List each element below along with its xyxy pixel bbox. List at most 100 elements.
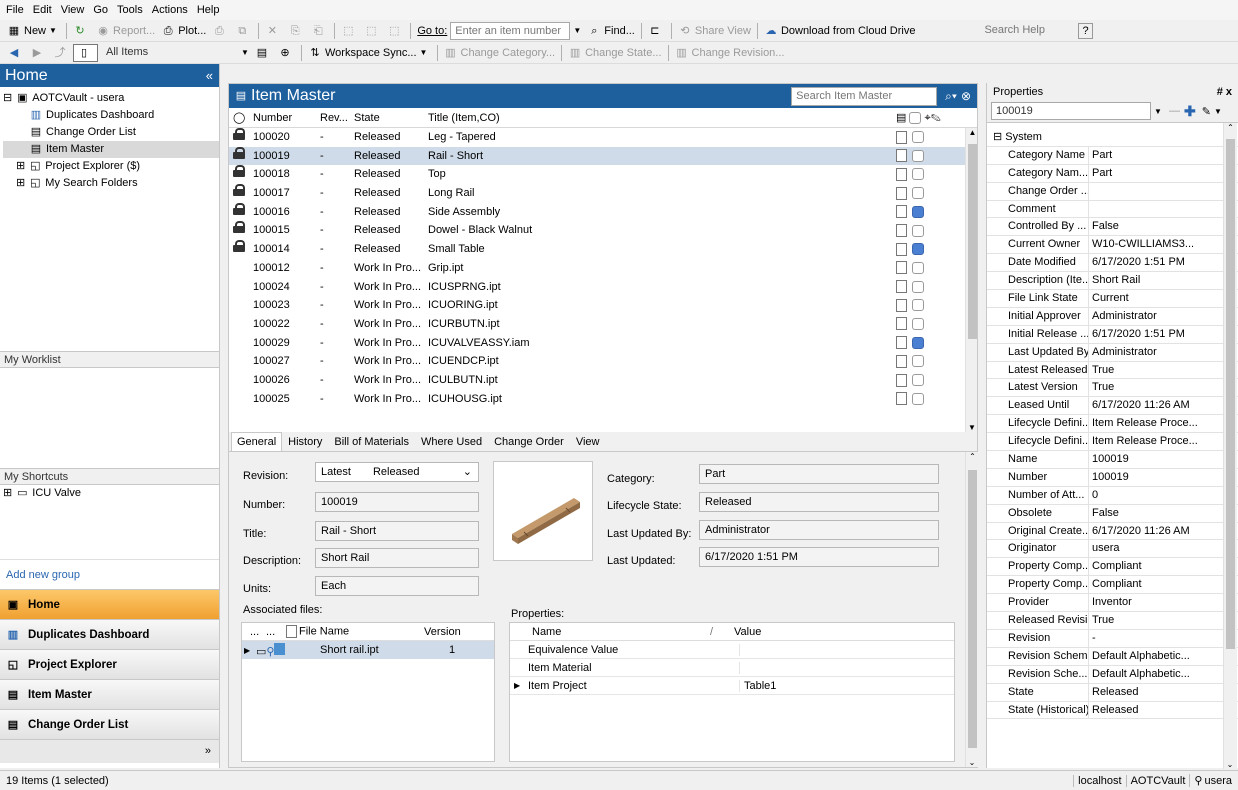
tab-bill-of-materials[interactable]: Bill of Materials [328,432,415,451]
table-row[interactable]: 100027 - Work In Pro... ICUENDCP.ipt [229,352,977,371]
property-row[interactable]: Number 100019 [987,468,1238,487]
new-button[interactable]: ▦ New ▼ [4,21,63,41]
property-row[interactable]: File Link State Current [987,290,1238,308]
table-row[interactable]: 100023 - Work In Pro... ICUORING.ipt [229,296,977,315]
property-row[interactable]: Latest Released... True [987,361,1238,380]
workspace-sync-button[interactable]: ⇅ Workspace Sync... ▼ [305,43,434,63]
change-state-button[interactable]: ▥ Change State... [565,43,664,63]
search-help-input[interactable]: Search Help [980,22,1072,40]
goto-dropdown-icon[interactable]: ▼ [570,26,584,35]
tree-root[interactable]: ⊟ ▣ AOTCVault - usera [3,90,219,107]
up-button[interactable]: ⤴ [50,43,73,63]
download-cloud-button[interactable]: ☁ Download from Cloud Drive [761,21,919,41]
scroll-up-icon[interactable]: ⌃ [1224,123,1237,132]
scroll-down-icon[interactable]: ⌄ [966,758,978,767]
tree-item-item-master[interactable]: ▤ Item Master [3,141,219,158]
column-state[interactable]: State [350,112,424,124]
nav-item-master[interactable]: ▤ Item Master [0,679,219,709]
property-row[interactable]: Latest Version True [987,379,1238,398]
status-checkbox-icon[interactable] [912,392,925,405]
table-row[interactable]: 100029 - Work In Pro... ICUVALVEASSY.iam [229,334,977,353]
table-row[interactable]: 100015 - Released Dowel - Black Walnut [229,221,977,240]
nav-home[interactable]: ▣ Home [0,589,219,619]
property-row[interactable]: Change Order ... [987,182,1238,201]
property-row[interactable]: Original Create... 6/17/2020 11:26 AM [987,522,1238,541]
status-checkbox-icon[interactable] [912,205,925,218]
checkout-button[interactable]: ⬚ [338,21,361,41]
property-row[interactable]: Equivalence Value [510,641,954,659]
status-checkbox-icon[interactable] [912,243,925,256]
tab-change-order[interactable]: Change Order [488,432,570,451]
hierarchy-button[interactable]: ⊏ [645,21,668,41]
expand-box-icon[interactable]: ⊞ [3,487,12,499]
menu-view[interactable]: View [61,4,85,16]
property-row[interactable]: Description (Ite... Short Rail [987,272,1238,291]
assoc-file-row[interactable]: ▶ ▭⚲ Short rail.ipt 1 [242,641,494,659]
minus-icon[interactable]: — [1169,105,1180,117]
property-row[interactable]: State (Historical) Released [987,701,1238,720]
column-rev[interactable]: Rev... [316,112,350,124]
table-row[interactable]: 100012 - Work In Pro... Grip.ipt [229,259,977,278]
grid-scrollbar[interactable]: ▲ ▼ [965,128,977,432]
property-row[interactable]: Lifecycle Defini... Item Release Proce... [987,415,1238,434]
property-row[interactable]: Provider Inventor [987,594,1238,613]
property-row[interactable]: Number of Att... 0 [987,486,1238,505]
plot-button[interactable]: ⎙ Plot... [158,21,209,41]
scroll-thumb[interactable] [968,470,977,748]
tree-item-search-folders[interactable]: ⊞ ◱ My Search Folders [3,175,219,192]
pencil-icon[interactable]: ✎ [1202,105,1211,118]
expand-box-icon[interactable]: ⊞ [16,160,25,172]
chevron-down-icon[interactable]: ▼ [1151,107,1165,116]
table-row[interactable]: 100025 - Work In Pro... ICUHOUSG.ipt [229,390,977,409]
scroll-down-icon[interactable]: ⌄ [1224,760,1236,769]
table-row[interactable]: 100017 - Released Long Rail [229,184,977,203]
share-view-button[interactable]: ⟲ Share View [675,21,754,41]
menu-go[interactable]: Go [93,4,108,16]
goto-input[interactable]: Enter an item number [450,21,571,40]
tab-where-used[interactable]: Where Used [415,432,488,451]
scroll-thumb[interactable] [1226,139,1235,649]
status-checkbox-icon[interactable] [912,317,925,330]
scope-dropdown-icon[interactable]: ▼ [238,48,252,57]
revision-select[interactable]: Latest Released ⌄ [315,462,479,482]
property-row[interactable]: Revision Sche... Default Alphabetic... [987,665,1238,684]
tab-view[interactable]: View [570,432,606,451]
scroll-up-icon[interactable]: ▲ [966,128,977,137]
nav-duplicates-dashboard[interactable]: ▥ Duplicates Dashboard [0,619,219,649]
menu-actions[interactable]: Actions [152,4,188,16]
tree-item-change-order[interactable]: ▤ Change Order List [3,124,219,141]
status-checkbox-icon[interactable] [912,224,925,237]
add-new-group-link[interactable]: Add new group [0,559,219,589]
property-row[interactable]: Initial Release ... 6/17/2020 1:51 PM [987,325,1238,344]
table-row[interactable]: 100019 - Released Rail - Short [229,146,977,166]
menu-edit[interactable]: Edit [33,4,52,16]
scope-select[interactable]: All Items [102,44,232,62]
collapse-box-icon[interactable]: ⊟ [3,92,12,104]
table-row[interactable]: 100024 - Work In Pro... ICUSPRNG.ipt [229,278,977,297]
search-icon[interactable]: ⌕▾ [945,89,957,104]
layout-button[interactable]: ▤ [252,43,275,63]
nav-project-explorer[interactable]: ◱ Project Explorer [0,649,219,679]
general-scrollbar[interactable]: ⌃ ⌄ [965,452,979,767]
status-checkbox-icon[interactable] [912,299,925,312]
plus-icon[interactable]: ✚ [1184,103,1196,120]
change-revision-button[interactable]: ▥ Change Revision... [672,43,788,63]
status-checkbox-icon[interactable] [912,149,925,162]
status-checkbox-icon[interactable] [912,374,925,387]
table-row[interactable]: 100022 - Work In Pro... ICURBUTN.ipt [229,315,977,334]
table-row[interactable]: 100026 - Work In Pro... ICULBUTN.ipt [229,371,977,390]
property-row[interactable]: Property Comp... Compliant [987,576,1238,595]
property-row[interactable]: Item Material [510,659,954,677]
collapse-icon[interactable]: « [206,68,213,83]
nav-change-order-list[interactable]: ▤ Change Order List [0,709,219,739]
status-checkbox-icon[interactable] [912,168,925,181]
property-row[interactable]: Last Updated By Administrator [987,343,1238,362]
property-row[interactable]: Revision Scheme Default Alphabetic... [987,647,1238,666]
status-checkbox-icon[interactable] [912,280,925,293]
change-category-button[interactable]: ▥ Change Category... [441,43,559,63]
column-number[interactable]: Number [249,112,316,124]
properties-selector[interactable]: 100019 [991,102,1151,120]
find-button[interactable]: ⌕ Find... [584,21,638,41]
scroll-thumb[interactable] [968,144,977,339]
forward-button[interactable]: ▶ [27,43,50,63]
